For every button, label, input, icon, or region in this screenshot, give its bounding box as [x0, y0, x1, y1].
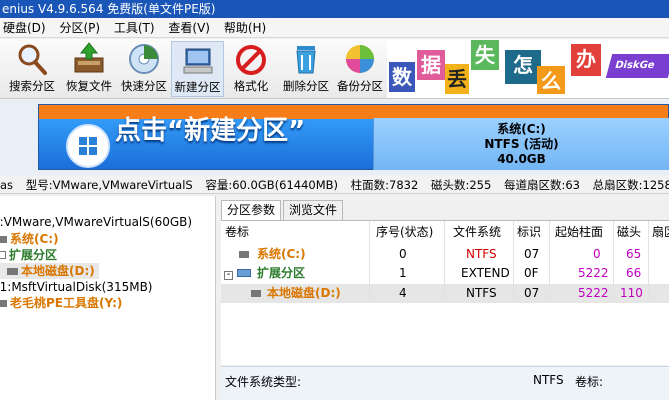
menu-view[interactable]: 查看(V): [165, 18, 217, 38]
recover-icon: [72, 42, 106, 76]
disk-capacity: 容量:60.0GB(61440MB): [205, 178, 339, 192]
new-partition-icon: [181, 43, 215, 77]
row-id: 0F: [524, 266, 539, 280]
row-fs: EXTEND: [461, 266, 510, 280]
row-label: 系统(C:): [257, 247, 306, 261]
row-label: 扩展分区: [257, 266, 306, 280]
partition-table: 卷标 序号(状态) 文件系统 标识 起始柱面 磁头 扇区 系统(C:) 0 NT…: [221, 220, 669, 365]
fs-type-value: NTFS: [533, 373, 564, 387]
disk-cylinders: 柱面数:7832: [350, 178, 419, 192]
windows-logo-icon: [66, 124, 110, 168]
format-button[interactable]: 格式化: [226, 41, 276, 97]
partition-c-block[interactable]: 系统(C:) NTFS (活动) 40.0GB: [373, 118, 669, 170]
row-start-cyl: 5222: [578, 266, 609, 280]
tree-item-extended[interactable]: 扩展分区: [0, 247, 57, 263]
row-start-cyl: 5222: [578, 286, 609, 300]
menu-tools[interactable]: 工具(T): [111, 18, 162, 38]
ad-char: 据: [417, 50, 445, 80]
recover-files-button[interactable]: 恢复文件: [62, 41, 116, 97]
disk-info-bar: as 型号:VMware,VMwareVirtualS 容量:60.0GB(61…: [0, 176, 669, 194]
ad-char: 怎: [505, 50, 541, 84]
instruction-overlay-text: 点击“新建分区”: [115, 116, 306, 146]
row-head: 110: [620, 286, 643, 300]
menu-bar: 硬盘(D) 分区(P) 工具(T) 查看(V) 帮助(H): [0, 18, 669, 38]
col-head[interactable]: 磁头: [617, 221, 641, 243]
partition-icon: [0, 300, 7, 307]
menu-partition[interactable]: 分区(P): [56, 18, 107, 38]
window-title: enius V4.9.6.564 免费版(单文件PE版): [2, 2, 216, 16]
row-fs: NTFS: [466, 247, 497, 261]
search-icon: [15, 42, 49, 76]
disk-total-sectors: 总扇区数:125829120: [592, 178, 669, 192]
backup-icon: [343, 42, 377, 76]
new-partition-button[interactable]: 新建分区: [171, 41, 224, 97]
row-index: 1: [399, 266, 407, 280]
disk-interface: as: [0, 178, 14, 192]
disk-tree: 0:VMware,VMwareVirtualS(60GB) 系统(C:) 扩展分…: [0, 196, 216, 400]
row-start-cyl: 0: [593, 247, 601, 261]
search-partition-button[interactable]: 搜索分区: [4, 41, 60, 97]
col-id[interactable]: 标识: [517, 221, 541, 243]
partition-icon: [237, 264, 251, 283]
window-title-bar: enius V4.9.6.564 免费版(单文件PE版): [0, 0, 669, 18]
disk-sectors-per-track: 每道扇区数:63: [503, 178, 580, 192]
menu-disk[interactable]: 硬盘(D): [0, 18, 53, 38]
diskgenius-logo: DiskGe: [605, 54, 669, 78]
ad-char: 丢: [445, 64, 469, 94]
disk-model: 型号:VMware,VMwareVirtualS: [25, 178, 193, 192]
row-id: 07: [524, 286, 540, 300]
collapse-toggle-icon[interactable]: -: [224, 264, 233, 283]
tab-partition-params[interactable]: 分区参数: [221, 200, 282, 221]
row-label: 本地磁盘(D:): [267, 286, 341, 300]
partition-c-name: 系统(C:): [497, 122, 546, 136]
row-fs: NTFS: [466, 286, 497, 300]
partition-c-size: 40.0GB: [497, 152, 546, 166]
tree-item-disk1[interactable]: 01:MsftVirtualDisk(315MB): [0, 279, 152, 295]
ad-char: 么: [537, 66, 565, 94]
volume-label-label: 卷标:: [575, 375, 604, 389]
expand-toggle-icon[interactable]: [0, 251, 6, 259]
quick-partition-icon: [127, 42, 161, 76]
col-index-status[interactable]: 序号(状态): [376, 221, 433, 243]
col-filesystem[interactable]: 文件系统: [453, 221, 501, 243]
tree-item-system-c[interactable]: 系统(C:): [0, 231, 59, 247]
tree-item-pe-y[interactable]: 老毛桃PE工具盘(Y:): [0, 295, 122, 311]
col-sector[interactable]: 扇区: [652, 221, 669, 243]
row-head: 65: [626, 247, 642, 261]
delete-partition-button[interactable]: 删除分区: [279, 41, 333, 97]
backup-partition-button[interactable]: 备份分区: [334, 41, 386, 97]
row-id: 07: [524, 247, 540, 261]
row-index: 0: [399, 247, 407, 261]
col-label[interactable]: 卷标: [225, 221, 249, 243]
menu-help[interactable]: 帮助(H): [221, 18, 273, 38]
fs-type-label: 文件系统类型:: [225, 375, 302, 389]
ad-char: 数: [389, 62, 415, 92]
row-index: 4: [399, 286, 407, 300]
ad-char: 办: [571, 44, 601, 76]
ad-char: 失: [471, 40, 499, 70]
format-icon: [234, 42, 268, 76]
partition-c-fs: NTFS (活动): [484, 137, 559, 151]
partition-icon: [239, 245, 249, 264]
partition-icon: [251, 284, 261, 303]
partition-icon: [0, 268, 18, 275]
tree-item-local-d[interactable]: 本地磁盘(D:): [0, 263, 99, 279]
delete-icon: [289, 42, 323, 76]
disk-heads: 磁头数:255: [430, 178, 492, 192]
partition-details: 文件系统类型: NTFS 卷标:: [221, 366, 669, 400]
quick-partition-button[interactable]: 快速分区: [117, 41, 171, 97]
col-start-cylinder[interactable]: 起始柱面: [555, 221, 603, 243]
row-head: 66: [626, 266, 642, 280]
tab-browse-files[interactable]: 浏览文件: [283, 200, 344, 220]
ad-banner[interactable]: 数 据 丢 失 怎 么 办 DiskGe: [387, 40, 669, 98]
partition-icon: [0, 236, 7, 243]
tree-item-disk0[interactable]: 0:VMware,VMwareVirtualS(60GB): [0, 214, 192, 230]
